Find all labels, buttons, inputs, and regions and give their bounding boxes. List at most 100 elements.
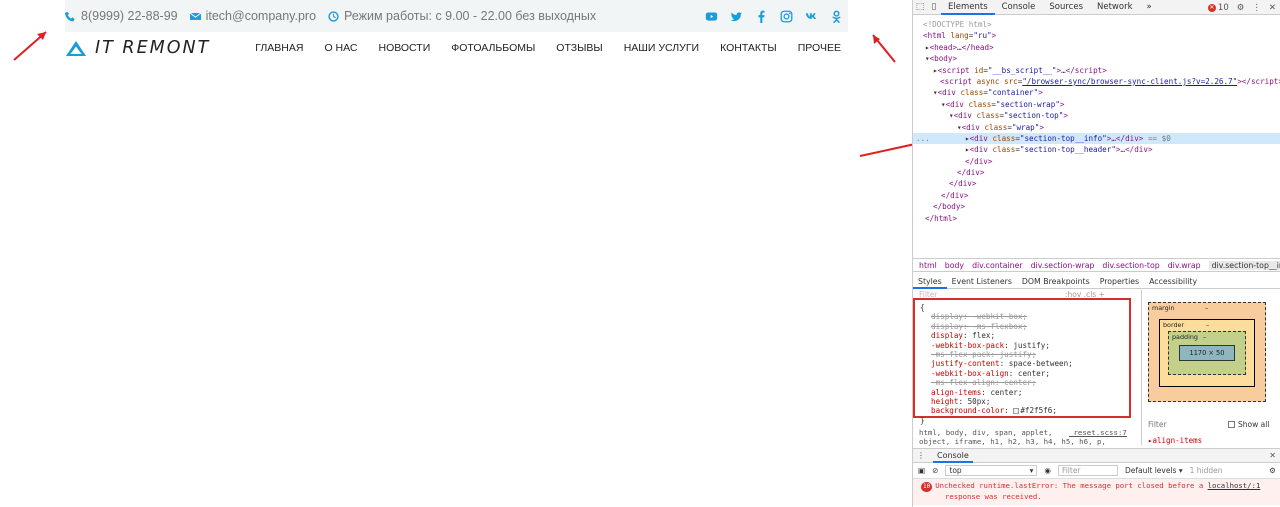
box-model-border: border – padding – 1170 × 50 [1159,319,1255,387]
border-label: border [1163,321,1185,329]
nav-item-services[interactable]: НАШИ УСЛУГИ [624,42,699,54]
tab-properties[interactable]: Properties [1095,274,1144,289]
dom-div-section-wrap[interactable]: ▾<div class="section-wrap"> [913,99,1280,110]
box-model-content: 1170 × 50 [1179,345,1235,361]
nav-item-contacts[interactable]: КОНТАКТЫ [720,42,777,54]
element-breadcrumbs: html body div.container div.section-wrap… [913,258,1280,272]
dom-script-browser-sync[interactable]: <script async src="/browser-sync/browser… [913,76,1280,87]
breadcrumb-section-top[interactable]: div.section-top [1102,261,1159,270]
dom-head[interactable]: ▸<head>…</head> [913,42,1280,53]
dom-html[interactable]: <html lang="ru"> [913,30,1280,41]
annotation-arrow-right [872,34,896,63]
close-drawer-icon[interactable]: ✕ [1269,449,1276,463]
phone-text: 8(9999) 22-88-99 [81,9,178,23]
css-declaration[interactable]: display: -webkit-box; [931,312,1129,321]
facebook-icon[interactable] [755,10,768,23]
console-settings-icon[interactable]: ⚙ [1269,466,1276,475]
tab-accessibility[interactable]: Accessibility [1144,274,1202,289]
css-declaration[interactable]: -webkit-box-align: center; [931,369,1129,378]
error-counter[interactable]: ✕ 10 [1207,2,1229,13]
phone-item[interactable]: 8(9999) 22-88-99 [65,9,178,23]
dom-div-container[interactable]: ▾<div class="container"> [913,87,1280,98]
clear-console-icon[interactable]: ⊘ [932,466,938,475]
reset-selector-line2: object, iframe, h1, h2, h3, h4, h5, h6, … [919,437,1106,447]
dom-close-body: </body> [933,202,966,212]
console-drawer: ⋮ Console ✕ ▣ ⊘ top ▾ ◉ Filter Default le… [913,448,1280,507]
nav-item-home[interactable]: ГЛАВНАЯ [255,42,303,54]
breadcrumb-section-wrap[interactable]: div.section-wrap [1031,261,1095,270]
kebab-menu-icon[interactable]: ⋮ [1252,3,1261,13]
screenshot-stage: 8(9999) 22-88-99 itech@company.pro Режим… [0,0,1280,507]
eye-icon[interactable]: ◉ [1044,466,1051,475]
css-declaration[interactable]: display: flex; [931,331,1129,340]
css-reset-rule: html, body, div, span, applet, _reset.sc… [919,428,1127,447]
computed-filter-input[interactable]: Filter [1148,420,1167,429]
nav-item-reviews[interactable]: ОТЗЫВЫ [556,42,602,54]
devtools-toolbar-right: ✕ 10 ⚙ ⋮ ✕ [1207,0,1276,15]
styles-pane: Filter:hov .cls + { display: -webkit-box… [913,290,1141,447]
email-item[interactable]: itech@company.pro [189,9,316,23]
css-declaration[interactable]: -ms-flex-pack: justify; [931,350,1129,359]
dom-div-wrap[interactable]: ▾<div class="wrap"> [913,122,1280,133]
logo[interactable]: IT REMONT [65,38,210,58]
breadcrumb-container[interactable]: div.container [972,261,1023,270]
nav-item-news[interactable]: НОВОСТИ [378,42,430,54]
nav-item-other[interactable]: ПРОЧЕЕ [798,42,841,54]
dom-script-bs[interactable]: ▸<script id="__bs_script__">…</script> [913,65,1280,76]
error-count: 10 [1217,2,1229,13]
box-model-pane: margin – border – padding – 1170 × 50 Fi… [1141,290,1280,445]
color-swatch[interactable] [1013,408,1020,415]
tab-network[interactable]: Network [1090,0,1140,15]
css-declaration[interactable]: align-items: center; [931,388,1129,397]
dom-body[interactable]: ▾<body> [913,53,1280,64]
hours-text: Режим работы: с 9.00 - 22.00 без выходны… [344,9,597,23]
more-tabs-button[interactable]: » [1140,0,1159,15]
tab-styles[interactable]: Styles [913,274,947,289]
breadcrumb-html[interactable]: html [919,261,937,270]
dom-doctype[interactable]: <!DOCTYPE html> [913,19,1280,30]
dom-close-container: </div> [941,190,969,200]
css-declaration[interactable]: background-color: #f2f5f6; [931,406,1129,415]
computed-align-items[interactable]: ▸align-items [1148,436,1202,445]
console-drawer-tab[interactable]: Console [933,449,973,463]
nav-item-photo-albums[interactable]: ФОТОАЛЬБОМЫ [451,42,535,54]
dom-div-section-top[interactable]: ▾<div class="section-top"> [913,110,1280,121]
instagram-icon[interactable] [780,10,793,23]
css-declaration[interactable]: justify-content: space-between; [931,359,1129,368]
close-icon[interactable]: ✕ [1269,3,1276,13]
dom-div-section-top-info[interactable]: ... ▸<div class="section-top__info">…</di… [913,132,1280,145]
log-levels-select[interactable]: Default levels ▾ [1125,466,1183,475]
error-source-link[interactable]: localhost/:1 [1208,481,1261,490]
tab-event-listeners[interactable]: Event Listeners [947,274,1017,289]
reset-source-link[interactable]: _reset.scss:7 [1069,428,1127,437]
tab-elements[interactable]: Elements [941,0,995,15]
sidebar-toggle-icon[interactable]: ▣ [918,466,925,475]
inspect-element-icon[interactable]: ⬚ [913,0,927,15]
breadcrumb-section-top-info[interactable]: div.section-top__info [1208,260,1280,270]
odnoklassniki-icon[interactable] [830,10,843,23]
console-filter-input[interactable]: Filter [1057,465,1118,476]
context-select[interactable]: top ▾ [945,465,1038,476]
css-declaration[interactable]: -webkit-box-pack: justify; [931,341,1129,350]
dom-close-section-top: </div> [957,168,985,178]
tab-sources[interactable]: Sources [1042,0,1090,15]
device-toolbar-icon[interactable]: ▯ [927,0,941,15]
tab-console[interactable]: Console [995,0,1043,15]
gear-icon[interactable]: ⚙ [1237,3,1245,13]
tab-dom-breakpoints[interactable]: DOM Breakpoints [1017,274,1095,289]
show-all-checkbox[interactable]: Show all [1228,420,1269,429]
nav-item-about[interactable]: О НАС [324,42,357,54]
css-declaration[interactable]: -ms-flex-align: center; [931,378,1129,387]
dom-div-section-top-header[interactable]: ▸<div class="section-top__header">…</div… [913,144,1280,155]
css-declaration[interactable]: height: 50px; [931,397,1129,406]
vk-icon[interactable] [805,10,818,23]
drawer-menu-icon[interactable]: ⋮ [917,451,925,460]
hidden-count: 1 hidden [1189,466,1223,475]
css-declaration[interactable]: display: -ms-flexbox; [931,322,1129,331]
elements-subtabs: Styles Event Listeners DOM Breakpoints P… [913,274,1280,289]
twitter-icon[interactable] [730,10,743,23]
youtube-icon[interactable] [705,10,718,23]
border-top-value: – [1206,321,1210,329]
breadcrumb-body[interactable]: body [945,261,964,270]
breadcrumb-wrap[interactable]: div.wrap [1168,261,1201,270]
